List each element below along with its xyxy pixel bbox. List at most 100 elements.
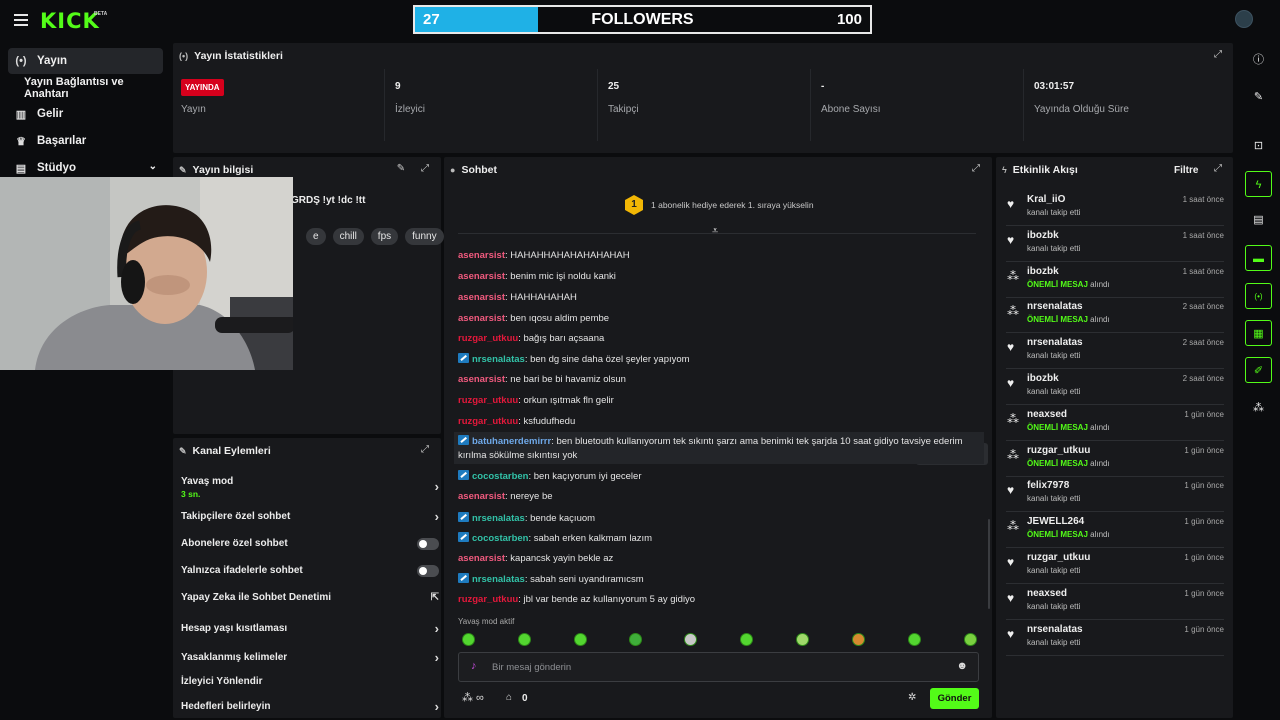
chat-username[interactable]: asenarsist: [458, 271, 505, 282]
chat-message[interactable]: ruzgar_utkuu: orkun ışıtmak fln gelir: [458, 395, 978, 406]
feed-username[interactable]: ibozbk: [1027, 266, 1059, 277]
chat-username[interactable]: ruzgar_utkuu: [458, 395, 518, 406]
feed-item[interactable]: ♥ nrsenalatas kanalı takip etti 1 gün önce: [1006, 620, 1224, 656]
emote-icon[interactable]: [684, 633, 697, 646]
chat-input[interactable]: Bir mesaj gönderin: [492, 662, 571, 673]
avatar[interactable]: [1235, 10, 1253, 28]
broadcast-icon[interactable]: (•): [1245, 283, 1272, 309]
tag[interactable]: e: [306, 228, 326, 245]
chat-message[interactable]: ruzgar_utkuu: ksfudufhedu: [458, 416, 978, 427]
feed-item[interactable]: ⁂ ruzgar_utkuu ÖNEMLİ MESAJ alındı 1 gün ön…: [1006, 441, 1224, 477]
feed-username[interactable]: nrsenalatas: [1027, 337, 1083, 348]
tag[interactable]: chill: [332, 228, 364, 245]
filter-button[interactable]: Filtre: [1174, 165, 1198, 176]
wrench-icon[interactable]: ✐: [1245, 357, 1272, 383]
chat-username[interactable]: ruzgar_utkuu: [458, 333, 518, 344]
feed-username[interactable]: ruzgar_utkuu: [1027, 552, 1090, 563]
feed-username[interactable]: neaxsed: [1027, 409, 1067, 420]
microphone-icon[interactable]: ♪: [471, 660, 477, 672]
action-goals[interactable]: Hedefleri belirleyin ›: [181, 699, 439, 714]
action-banned-words[interactable]: Yasaklanmış kelimeler ›: [181, 650, 439, 665]
chat-message[interactable]: asenarsist: kapancsk yayin bekle az: [458, 553, 978, 564]
info-icon[interactable]: ⓘ: [1245, 47, 1272, 73]
feed-username[interactable]: ruzgar_utkuu: [1027, 445, 1090, 456]
chat-icon[interactable]: ▬: [1245, 245, 1272, 271]
action-account-age[interactable]: Hesap yaşı kısıtlaması ›: [181, 621, 439, 636]
capture-icon[interactable]: ⊡: [1245, 133, 1272, 159]
chat-username[interactable]: asenarsist: [458, 491, 505, 502]
sidebar-item-yayin[interactable]: (•) Yayın: [8, 48, 163, 74]
chat-message[interactable]: asenarsist: HAHHAHAHAH: [458, 292, 978, 303]
chat-message[interactable]: nrsenalatas: bende kaçıuom: [458, 512, 978, 524]
feed-item[interactable]: ⁂ neaxsed ÖNEMLİ MESAJ alındı 1 gün önce: [1006, 405, 1224, 441]
chat-message[interactable]: batuhanerdemirrr: ben bluetouth kullanıy…: [454, 432, 984, 464]
emote-icon[interactable]: [740, 633, 753, 646]
emote-icon[interactable]: [629, 633, 642, 646]
feed-item[interactable]: ♥ felix7978 kanalı takip etti 1 gün önce: [1006, 476, 1224, 513]
sidebar-item-basarilar[interactable]: ♛ Başarılar: [8, 128, 163, 154]
action-subscribers-only[interactable]: Abonelere özel sohbet: [181, 538, 439, 550]
chat-username[interactable]: ruzgar_utkuu: [458, 416, 518, 427]
expand-icon[interactable]: ⤢: [419, 444, 431, 456]
chat-username[interactable]: nrsenalatas: [472, 574, 525, 585]
store-icon[interactable]: ⌂: [506, 692, 512, 703]
chat-message[interactable]: asenarsist: HAHAHHAHAHAHAHAHAH: [458, 250, 978, 261]
chat-username[interactable]: batuhanerdemirrr: [472, 436, 551, 447]
expand-icon[interactable]: ⤢: [1212, 49, 1224, 61]
chat-username[interactable]: asenarsist: [458, 553, 505, 564]
feed-username[interactable]: felix7978: [1027, 480, 1069, 491]
expand-icon[interactable]: ⤢: [970, 163, 982, 175]
tag[interactable]: fps: [370, 228, 399, 245]
send-button[interactable]: Gönder: [930, 688, 979, 709]
chat-message[interactable]: ruzgar_utkuu: jbl var bende az kullanıyo…: [458, 594, 978, 605]
feed-item[interactable]: ♥ neaxsed kanalı takip etti 1 gün önce: [1006, 584, 1224, 620]
chat-message[interactable]: cocostarben: sabah erken kalkmam lazım: [458, 532, 978, 544]
chat-username[interactable]: cocostarben: [472, 533, 529, 544]
feed-username[interactable]: JEWELL264: [1027, 516, 1084, 527]
feed-username[interactable]: ibozbk: [1027, 373, 1059, 384]
emote-icon[interactable]: [964, 633, 977, 646]
action-ai-moderation[interactable]: Yapay Zeka ile Sohbet Denetimi ⇱: [181, 592, 439, 603]
chat-username[interactable]: asenarsist: [458, 313, 505, 324]
chat-message[interactable]: ruzgar_utkuu: bağış barı açsaana: [458, 333, 978, 344]
chat-scrollbar[interactable]: [988, 519, 990, 609]
chat-message[interactable]: cocostarben: ben kaçıyorum iyi geceler: [458, 470, 978, 482]
emote-icon[interactable]: [574, 633, 587, 646]
emote-icon[interactable]: [908, 633, 921, 646]
chat-input-box[interactable]: ♪ Bir mesaj gönderin ☻: [458, 652, 979, 682]
webcam-video[interactable]: [0, 177, 293, 370]
feed-item[interactable]: ♥ nrsenalatas kanalı takip etti 2 saat önce: [1006, 333, 1224, 370]
action-emotes-only[interactable]: Yalnızca ifadelerle sohbet: [181, 565, 439, 577]
chat-message[interactable]: asenarsist: ne bari be bi havamiz olsun: [458, 374, 978, 385]
chat-username[interactable]: ruzgar_utkuu: [458, 594, 518, 605]
feed-username[interactable]: nrsenalatas: [1027, 624, 1083, 635]
chat-username[interactable]: asenarsist: [458, 292, 505, 303]
feed-username[interactable]: Kral_iiO: [1027, 194, 1065, 205]
edit-icon[interactable]: ✎: [395, 163, 407, 175]
expand-icon[interactable]: ⤢: [1212, 163, 1224, 175]
emote-icon[interactable]: [462, 633, 475, 646]
layout-icon[interactable]: ▦: [1245, 320, 1272, 346]
chat-username[interactable]: nrsenalatas: [472, 513, 525, 524]
emotes-only-toggle[interactable]: [417, 565, 439, 577]
chat-message[interactable]: asenarsist: benim mic işi noldu kanki: [458, 271, 978, 282]
feed-item[interactable]: ⁂ nrsenalatas ÖNEMLİ MESAJ alındı 2 saat ön…: [1006, 297, 1224, 334]
sidebar-item-stream-key[interactable]: Yayın Bağlantısı ve Anahtarı: [8, 75, 163, 101]
chat-username[interactable]: nrsenalatas: [472, 354, 525, 365]
feed-item[interactable]: ♥ ibozbk kanalı takip etti 1 saat önce: [1006, 226, 1224, 262]
feed-item[interactable]: ♥ Kral_iiO kanalı takip etti 1 saat önce: [1006, 190, 1224, 226]
action-followers-only[interactable]: Takipçilere özel sohbet ›: [181, 509, 439, 524]
emote-icon[interactable]: [518, 633, 531, 646]
action-slow-mode[interactable]: Yavaş mod 3 sn. ›: [181, 476, 439, 499]
emote-icon[interactable]: [852, 633, 865, 646]
chat-message[interactable]: nrsenalatas: sabah seni uyandıramıcsm: [458, 573, 978, 585]
emoji-icon[interactable]: ☻: [956, 660, 968, 672]
chat-message[interactable]: asenarsist: ben ıqosu aldim pembe: [458, 313, 978, 324]
feed-username[interactable]: neaxsed: [1027, 588, 1067, 599]
menu-icon[interactable]: [14, 14, 28, 26]
chat-username[interactable]: cocostarben: [472, 471, 529, 482]
emote-icon[interactable]: [796, 633, 809, 646]
subscribers-only-toggle[interactable]: [417, 538, 439, 550]
gear-icon[interactable]: ✲: [908, 692, 916, 703]
channel-points-icon[interactable]: ⁂ ∞: [462, 691, 484, 704]
